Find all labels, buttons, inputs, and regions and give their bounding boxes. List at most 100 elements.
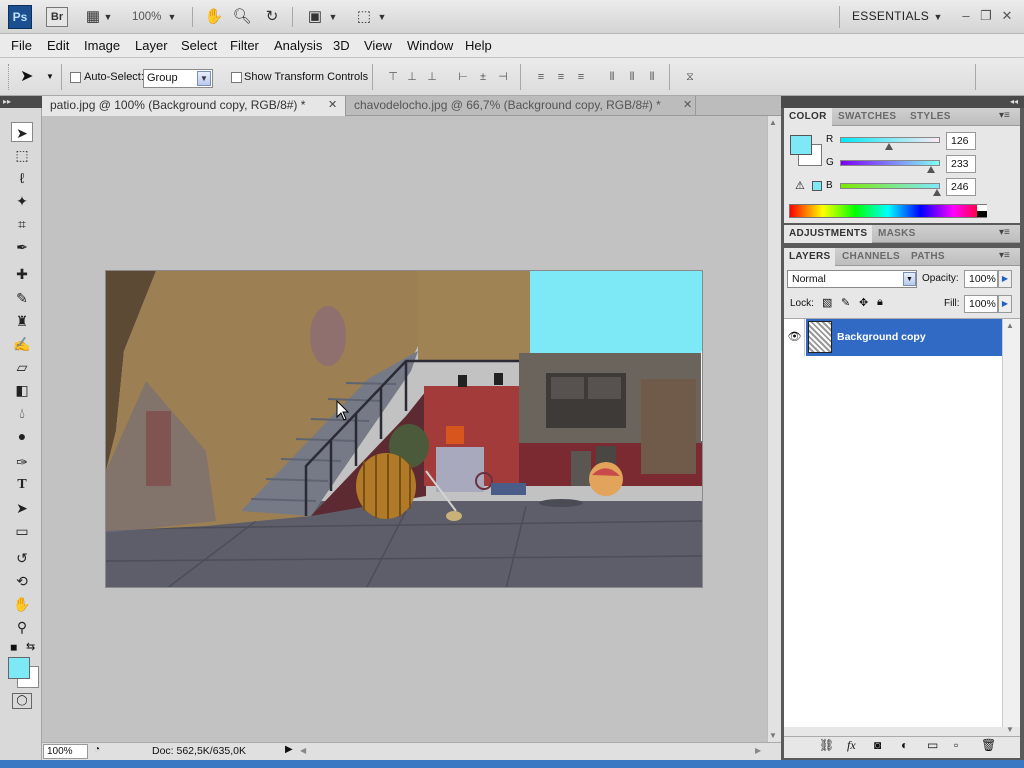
auto-select-checkbox[interactable]: [70, 72, 81, 83]
3d-orbit-icon[interactable]: ⟲: [11, 571, 33, 591]
blue-value-field[interactable]: 246: [946, 178, 976, 196]
screen-mode-icon[interactable]: ⬚: [353, 7, 375, 27]
tab-layers[interactable]: LAYERS: [784, 248, 836, 266]
path-selection-icon[interactable]: ➤: [11, 498, 33, 518]
clone-stamp-icon[interactable]: ♜: [11, 311, 33, 331]
gradient-tool-icon[interactable]: ◧: [11, 380, 33, 400]
chevron-down-icon[interactable]: ▼: [197, 71, 211, 86]
menu-edit[interactable]: Edit: [47, 38, 69, 53]
menu-3d[interactable]: 3D: [333, 38, 350, 53]
show-transform-checkbox[interactable]: [231, 72, 242, 83]
scroll-left-icon[interactable]: ◀: [300, 746, 306, 755]
tab-masks[interactable]: MASKS: [873, 225, 921, 243]
distribute-hcenter-icon[interactable]: ⫴: [624, 70, 640, 84]
chevron-down-icon[interactable]: ▼: [376, 7, 388, 27]
menu-analysis[interactable]: Analysis: [274, 38, 322, 53]
lock-position-icon[interactable]: ✥: [859, 296, 868, 309]
menu-layer[interactable]: Layer: [135, 38, 168, 53]
green-slider-handle[interactable]: [927, 166, 936, 173]
distribute-bottom-icon[interactable]: ≡: [573, 70, 589, 84]
magic-wand-icon[interactable]: ✦: [11, 191, 33, 211]
chevron-down-icon[interactable]: ▼: [327, 7, 339, 27]
tab-patio[interactable]: patio.jpg @ 100% (Background copy, RGB/8…: [42, 96, 346, 116]
out-of-gamut-warning-icon[interactable]: ⚠: [795, 179, 805, 192]
align-horizontal-center-icon[interactable]: ±: [475, 70, 491, 84]
tab-styles[interactable]: STYLES: [905, 108, 956, 126]
healing-brush-icon[interactable]: ✚: [11, 264, 33, 284]
chevron-down-icon[interactable]: ▼: [932, 7, 944, 27]
adjustment-layer-icon[interactable]: ◐: [901, 738, 908, 752]
distribute-top-icon[interactable]: ≡: [533, 70, 549, 84]
blend-mode-dropdown[interactable]: Normal: [787, 270, 917, 288]
3d-rotate-icon[interactable]: ↺: [11, 548, 33, 568]
type-tool-icon[interactable]: T: [11, 475, 33, 495]
pen-tool-icon[interactable]: ✑: [11, 452, 33, 472]
menu-view[interactable]: View: [364, 38, 392, 53]
opacity-field[interactable]: 100%: [964, 270, 998, 288]
green-value-field[interactable]: 233: [946, 155, 976, 173]
minimize-button[interactable]: –: [958, 8, 974, 24]
opacity-arrow-icon[interactable]: ▶: [998, 270, 1012, 288]
view-extras-icon[interactable]: ▦: [82, 7, 104, 27]
close-icon[interactable]: ✕: [683, 98, 692, 111]
layer-style-icon[interactable]: fx: [847, 738, 856, 753]
document-image[interactable]: [105, 270, 703, 588]
status-zoom-field[interactable]: 100%: [43, 744, 88, 759]
quick-mask-icon[interactable]: ◯: [12, 693, 32, 709]
chevron-down-icon[interactable]: ▼: [46, 72, 54, 81]
dodge-tool-icon[interactable]: ●: [11, 426, 33, 446]
foreground-color-swatch[interactable]: [8, 657, 30, 679]
menu-image[interactable]: Image: [84, 38, 120, 53]
distribute-right-icon[interactable]: ⫴: [644, 70, 660, 84]
brush-tool-icon[interactable]: ✎: [11, 288, 33, 308]
menu-help[interactable]: Help: [465, 38, 492, 53]
marquee-tool-icon[interactable]: ⬚: [11, 145, 33, 165]
fill-arrow-icon[interactable]: ▶: [998, 295, 1012, 313]
rectangle-tool-icon[interactable]: ▭: [11, 521, 33, 541]
zoom-tool-icon[interactable]: 🔍︎: [231, 7, 253, 27]
grip-handle[interactable]: [8, 64, 10, 90]
lasso-tool-icon[interactable]: ℓ: [11, 168, 33, 188]
tab-paths[interactable]: PATHS: [906, 248, 950, 266]
fill-field[interactable]: 100%: [964, 295, 998, 313]
vertical-scrollbar[interactable]: [767, 116, 781, 742]
hand-tool-icon[interactable]: ✋: [203, 7, 225, 27]
lock-all-icon[interactable]: 🔒︎: [877, 296, 883, 309]
delete-layer-icon[interactable]: 🗑︎: [981, 738, 996, 752]
chevron-down-icon[interactable]: ▼: [166, 7, 178, 27]
rotate-view-icon[interactable]: ↻: [261, 7, 283, 27]
workspace-switcher[interactable]: ESSENTIALS: [852, 9, 929, 23]
menu-file[interactable]: File: [11, 38, 32, 53]
blur-tool-icon[interactable]: 💧︎: [11, 403, 33, 423]
layer-row-background-copy[interactable]: Background copy: [806, 319, 1002, 356]
restore-button[interactable]: ❐: [978, 8, 994, 24]
align-top-icon[interactable]: ⊤: [385, 70, 401, 84]
lock-transparency-icon[interactable]: ▧: [822, 296, 832, 309]
auto-align-layers-icon[interactable]: ⧖: [682, 70, 698, 84]
red-value-field[interactable]: 126: [946, 132, 976, 150]
swap-colors-icon[interactable]: ⇆: [26, 640, 35, 653]
visibility-eye-icon[interactable]: 👁︎: [785, 319, 805, 356]
default-colors-icon[interactable]: ◼: [10, 642, 17, 653]
distribute-left-icon[interactable]: ⫴: [604, 70, 620, 84]
align-right-icon[interactable]: ⊣: [495, 70, 511, 84]
link-layers-icon[interactable]: ⛓: [819, 738, 834, 752]
status-menu-arrow-icon[interactable]: ▶: [285, 744, 293, 755]
panel-menu-icon[interactable]: ▾≡: [999, 250, 1010, 261]
color-spectrum-ramp[interactable]: [789, 204, 987, 218]
new-group-icon[interactable]: ▭: [927, 738, 938, 752]
eraser-tool-icon[interactable]: ▱: [11, 357, 33, 377]
tab-adjustments[interactable]: ADJUSTMENTS: [784, 225, 873, 243]
collapse-panels-icon[interactable]: ◂◂: [781, 96, 1024, 108]
panel-menu-icon[interactable]: ▾≡: [999, 227, 1010, 238]
eyedropper-tool-icon[interactable]: ✒: [11, 237, 33, 257]
move-tool-preset-icon[interactable]: ➤: [20, 66, 33, 86]
zoom-tool-icon[interactable]: ⚲: [11, 617, 33, 637]
red-slider-handle[interactable]: [885, 143, 894, 150]
lock-pixels-icon[interactable]: ✎: [841, 296, 850, 309]
layers-scrollbar[interactable]: [1002, 319, 1020, 727]
chevron-down-icon[interactable]: ▼: [903, 272, 916, 286]
move-tool-icon[interactable]: ➤: [11, 122, 33, 142]
tab-channels[interactable]: CHANNELS: [837, 248, 905, 266]
new-layer-icon[interactable]: ▫: [954, 738, 958, 752]
